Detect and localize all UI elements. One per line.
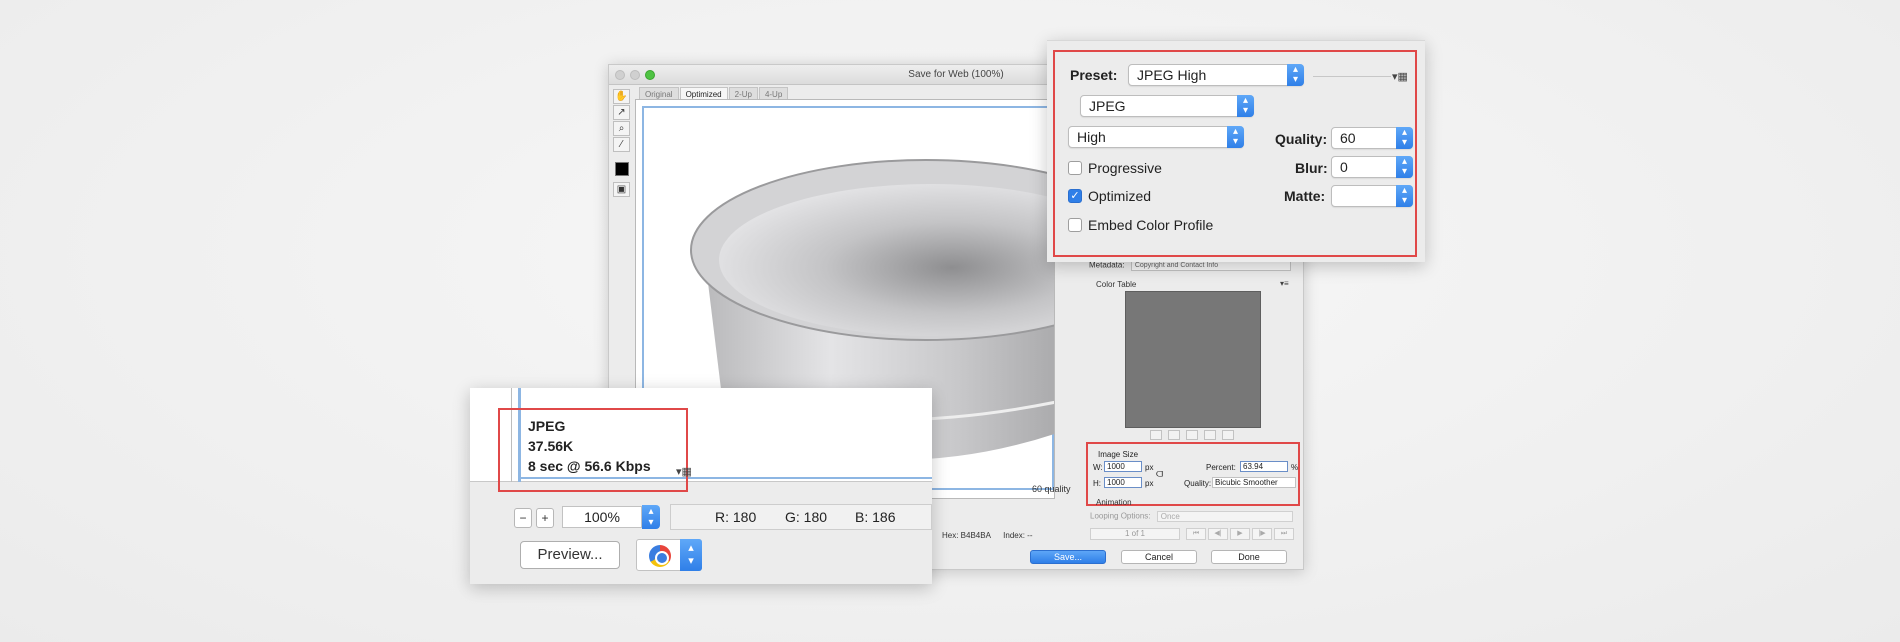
file-format-chevron-icon: ▴ ▾	[1237, 95, 1254, 117]
color-table-label: Color Table	[1096, 280, 1137, 289]
compression-chevron-icon: ▴ ▾	[1227, 126, 1244, 148]
zoom-in-button[interactable]: +	[536, 508, 554, 528]
percent-label: Percent:	[1206, 463, 1236, 472]
file-info-callout: JPEG 37.56K 8 sec @ 56.6 Kbps ▾▦ − + 100…	[470, 388, 932, 584]
blur-chevron-icon: ▴ ▾	[1396, 156, 1413, 178]
file-info-highlight-box	[498, 408, 688, 492]
delete-color-icon[interactable]	[1222, 430, 1234, 440]
color-table	[1125, 291, 1261, 428]
first-frame-button[interactable]: ⏮	[1186, 528, 1206, 540]
looping-options-select[interactable]: Once	[1156, 511, 1293, 522]
next-frame-button[interactable]: |▶	[1252, 528, 1272, 540]
looping-options-label: Looping Options:	[1090, 511, 1151, 521]
quality-field[interactable]: 60 ▴ ▾	[1331, 127, 1413, 149]
image-size-title: Image Size	[1098, 450, 1139, 459]
optimized-checkbox[interactable]: ✓	[1068, 189, 1082, 203]
zoom-level-field[interactable]: 100%	[562, 506, 642, 528]
checkmark-icon: ✓	[1070, 190, 1080, 202]
height-field[interactable]: 1000	[1104, 477, 1142, 488]
save-button[interactable]: Save...	[1030, 550, 1106, 564]
new-color-icon[interactable]	[1204, 430, 1216, 440]
matte-label: Matte:	[1284, 188, 1326, 204]
hand-icon[interactable]: ✋	[613, 89, 630, 104]
rgb-readout: R: 180 G: 180 B: 186	[670, 504, 932, 530]
percent-field[interactable]: 63.94	[1240, 461, 1288, 472]
blue-readout: B: 186	[855, 509, 896, 525]
compression-quality-select[interactable]: High ▴ ▾	[1068, 126, 1244, 148]
percent-unit: %	[1291, 463, 1299, 472]
quality-label: Quality:	[1275, 131, 1328, 147]
height-unit: px	[1145, 479, 1154, 488]
browser-select-chevron-icon: ▴ ▾	[680, 539, 702, 571]
color-table-menu-icon[interactable]: ▾≡	[1280, 279, 1289, 288]
matte-chevron-icon: ▴ ▾	[1396, 185, 1413, 207]
progressive-checkbox[interactable]	[1068, 161, 1082, 175]
preset-select[interactable]: JPEG High ▴ ▾	[1128, 64, 1304, 86]
last-frame-button[interactable]: ⏭	[1274, 528, 1294, 540]
previous-frame-button[interactable]: ◀|	[1208, 528, 1228, 540]
map-transparent-icon[interactable]	[1150, 430, 1162, 440]
zoom-out-button[interactable]: −	[514, 508, 532, 528]
file-format-value: JPEG	[1089, 98, 1126, 114]
blur-label: Blur:	[1295, 160, 1328, 176]
optimized-label: Optimized	[1088, 188, 1152, 204]
quality-value: 60	[1340, 130, 1356, 146]
color-readout: Hex: B4B4BA Index: --	[942, 531, 1043, 540]
width-unit: px	[1145, 463, 1154, 472]
preset-value: JPEG High	[1137, 67, 1207, 83]
blur-value: 0	[1340, 159, 1348, 175]
embed-color-profile-checkbox[interactable]	[1068, 218, 1082, 232]
web-shift-icon[interactable]	[1168, 430, 1180, 440]
lock-color-icon[interactable]	[1186, 430, 1198, 440]
width-field[interactable]: 1000	[1104, 461, 1142, 472]
eyedropper-icon[interactable]: ⁄	[613, 137, 630, 152]
embed-color-profile-label: Embed Color Profile	[1088, 217, 1214, 233]
cancel-button[interactable]: Cancel	[1121, 550, 1197, 564]
height-label: H:	[1093, 479, 1101, 488]
file-format-select[interactable]: JPEG ▴ ▾	[1080, 95, 1254, 117]
file-format-readout: JPEG	[528, 418, 566, 434]
browser-select[interactable]: ▴ ▾	[636, 539, 702, 571]
green-readout: G: 180	[785, 509, 828, 525]
frame-pager: 1 of 1	[1090, 528, 1180, 540]
image-size-panel: Image Size W: 1000 px H: 1000 px ⫏ Perce…	[1086, 442, 1300, 506]
optimize-menu-icon[interactable]: ▾▦	[1392, 70, 1408, 83]
zoom-level-chevron-icon[interactable]: ▴ ▾	[642, 505, 660, 529]
resample-quality-select[interactable]: Bicubic Smoother	[1212, 477, 1296, 488]
download-speed-menu-icon[interactable]: ▾▦	[676, 465, 692, 478]
animation-label: Animation	[1096, 498, 1132, 507]
width-label: W:	[1093, 463, 1103, 472]
browser-globe-icon	[649, 545, 671, 567]
color-table-tools	[1150, 430, 1234, 440]
preset-chevron-icon: ▴ ▾	[1287, 64, 1304, 86]
eyedropper-color-swatch[interactable]	[615, 162, 629, 176]
toggle-slices-icon[interactable]: ▣	[613, 182, 630, 197]
hex-readout: Hex: B4B4BA	[942, 531, 991, 540]
slice-select-icon[interactable]: ↗	[613, 105, 630, 120]
preset-divider	[1313, 76, 1391, 77]
resample-quality-label: Quality:	[1184, 479, 1212, 488]
index-readout: Index: --	[1003, 531, 1033, 540]
quality-chevron-icon: ▴ ▾	[1396, 127, 1413, 149]
animation-controls: ⏮ ◀| ▶ |▶ ⏭	[1186, 528, 1294, 540]
zoom-icon[interactable]: ⌕	[613, 121, 630, 136]
red-readout: R: 180	[715, 509, 757, 525]
download-time-readout: 8 sec @ 56.6 Kbps	[528, 458, 651, 474]
preset-label: Preset:	[1070, 67, 1118, 83]
compression-quality-value: High	[1077, 129, 1106, 145]
optimized-quality-readout: 60 quality	[1032, 484, 1071, 494]
constrain-proportions-icon[interactable]: ⫏	[1156, 466, 1163, 481]
play-button[interactable]: ▶	[1230, 528, 1250, 540]
done-button[interactable]: Done	[1211, 550, 1287, 564]
preview-in-browser-button[interactable]: Preview...	[520, 541, 620, 569]
matte-select[interactable]: ▴ ▾	[1331, 185, 1413, 207]
progressive-label: Progressive	[1088, 160, 1162, 176]
file-size-readout: 37.56K	[528, 438, 574, 454]
blur-field[interactable]: 0 ▴ ▾	[1331, 156, 1413, 178]
tool-column: ✋ ↗ ⌕ ⁄ ▣	[613, 89, 631, 198]
looping-options-row: Looping Options: Once	[1090, 511, 1293, 522]
